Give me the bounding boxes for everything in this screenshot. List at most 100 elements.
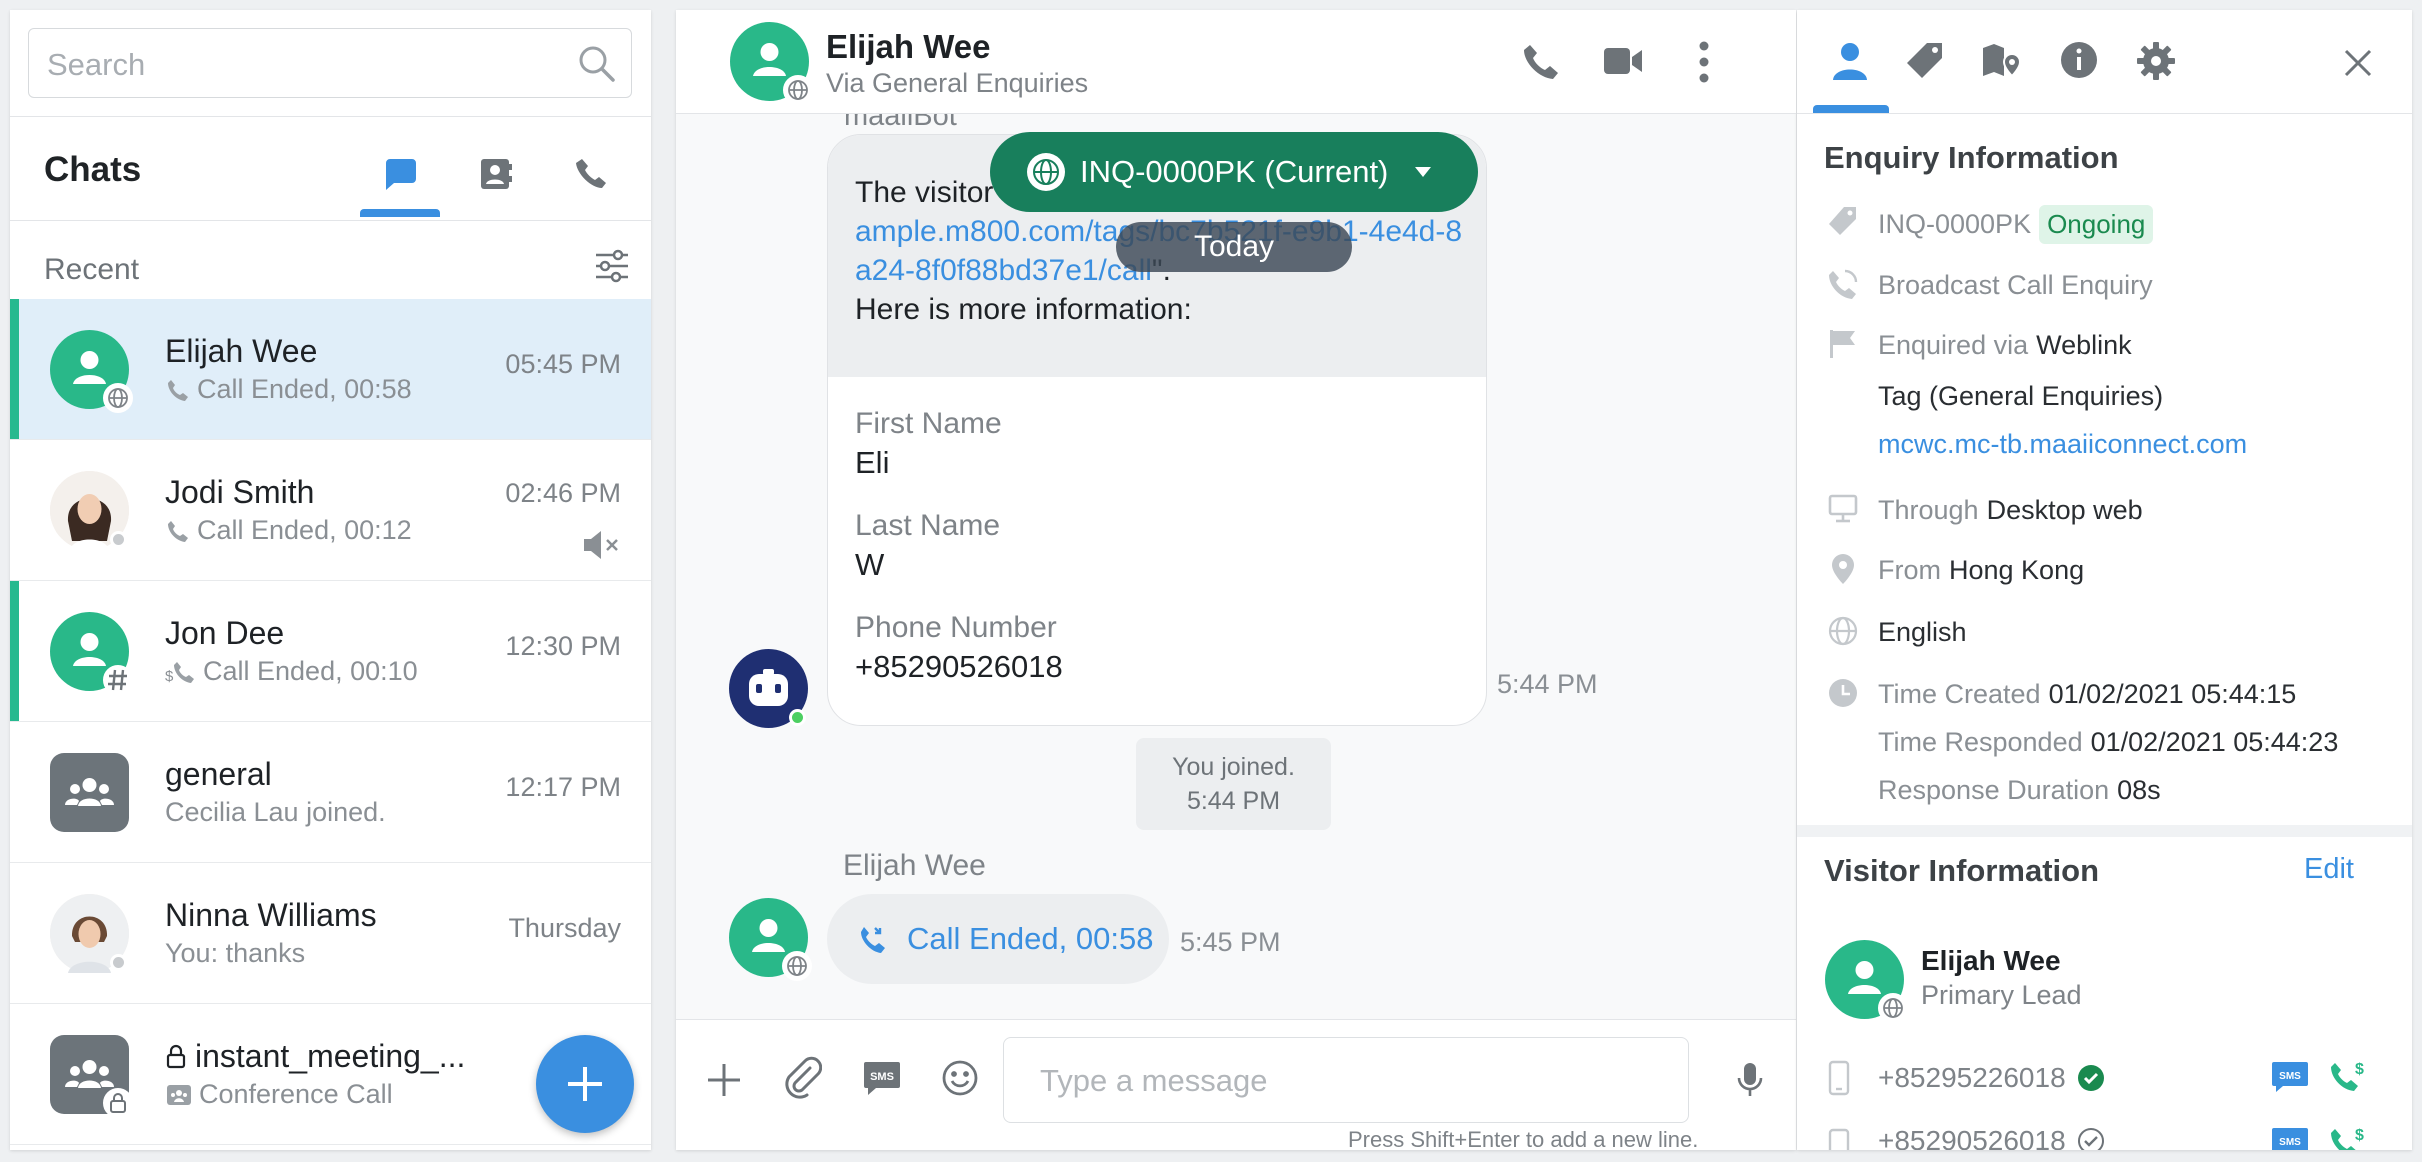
sms-button[interactable]: SMS: [862, 1058, 902, 1098]
tab-profile[interactable]: [1829, 40, 1871, 82]
video-call-button[interactable]: [1602, 44, 1644, 78]
chat-time: 12:30 PM: [505, 631, 621, 661]
smiley-icon: [942, 1060, 978, 1096]
section-divider: [1797, 825, 2412, 837]
chat-time: 05:45 PM: [505, 349, 621, 379]
mobile-icon: [1827, 1060, 1851, 1096]
presence-dot: [110, 531, 127, 548]
person-icon: [1833, 43, 1867, 80]
message-time: 5:44 PM: [1497, 669, 1598, 699]
desktop-icon: [1827, 492, 1859, 524]
chat-name: general: [165, 756, 272, 792]
field-value: W: [855, 547, 885, 582]
more-options-button[interactable]: [1696, 40, 1712, 84]
avatar: [50, 330, 133, 413]
lock-icon: [103, 1088, 133, 1118]
svg-text:$: $: [2355, 1061, 2364, 1078]
time-created-row: Time Created 01/02/2021 05:44:15: [1878, 679, 2297, 709]
flag-icon: [1827, 328, 1859, 360]
sms-phone-button[interactable]: SMS: [2271, 1060, 2309, 1094]
chat-row-general[interactable]: general Cecilia Lau joined. 12:17 PM: [10, 722, 651, 863]
field-value: +85290526018: [855, 649, 1063, 684]
enquired-via-row: Enquired via Weblink: [1878, 330, 2132, 360]
map-pin-icon: [1983, 44, 2022, 78]
tab-info[interactable]: [2059, 40, 2099, 80]
response-duration-row: Response Duration 08s: [1878, 775, 2161, 805]
tab-settings[interactable]: [2135, 40, 2177, 82]
from-row: From Hong Kong: [1878, 555, 2085, 585]
plus-icon: [708, 1064, 740, 1096]
caret-down-icon: [1415, 167, 1431, 177]
phone-dollar-icon: $: [2331, 1127, 2364, 1150]
unread-indicator: [10, 581, 19, 721]
call-ended-icon: [168, 520, 188, 542]
unverified-check-icon: [2077, 1128, 2104, 1150]
chat-row-elijah-wee[interactable]: Elijah Wee Call Ended, 00:58 05:45 PM: [10, 299, 651, 440]
sms-icon: SMS: [2272, 1062, 2308, 1092]
presence-dot: [789, 709, 806, 726]
chat-subtitle: Conference Call: [165, 1079, 393, 1110]
contacts-icon[interactable]: [478, 156, 514, 192]
group-avatar: [50, 753, 129, 832]
visitor-role: Primary Lead: [1921, 980, 2082, 1010]
globe-icon: [1027, 153, 1065, 191]
chat-subtitle: Call Ended, 00:12: [165, 515, 412, 546]
microphone-icon: [1737, 1063, 1763, 1096]
language-icon: [1827, 615, 1859, 647]
close-icon: [2344, 49, 2372, 77]
add-button[interactable]: [704, 1060, 744, 1100]
sms-icon: SMS: [2272, 1128, 2308, 1150]
chat-name: Jon Dee: [165, 615, 285, 651]
phone-icon: [1524, 45, 1558, 79]
group-avatar: [50, 1035, 133, 1118]
lock-icon: [166, 1044, 186, 1068]
visitor-info-title: Visitor Information: [1824, 853, 2100, 888]
enquiry-switcher[interactable]: INQ-0000PK (Current): [990, 132, 1478, 212]
chat-bubble-icon[interactable]: [382, 156, 418, 192]
clock-icon: [1827, 677, 1859, 709]
phone-row: +85295226018: [1878, 1062, 2106, 1094]
broadcast-call-icon: [1827, 268, 1859, 300]
web-icon: [783, 75, 813, 105]
info-icon: [2061, 42, 2097, 78]
call-ended-icon: [861, 927, 885, 953]
web-icon: [1878, 993, 1908, 1023]
web-icon: [103, 383, 133, 413]
chat-name: Elijah Wee: [165, 333, 318, 369]
tab-location[interactable]: [1981, 40, 2023, 82]
paid-call-button[interactable]: $: [2329, 1124, 2367, 1150]
sms-phone-button[interactable]: SMS: [2271, 1126, 2309, 1150]
chat-row-jodi-smith[interactable]: Jodi Smith Call Ended, 00:12 02:46 PM: [10, 440, 651, 581]
close-button[interactable]: [2343, 48, 2373, 78]
avatar: [50, 894, 129, 973]
avatar[interactable]: [730, 22, 813, 105]
tab-enquiry[interactable]: [1905, 40, 1947, 82]
verified-icon: [2077, 1065, 2104, 1091]
chat-time: Thursday: [508, 913, 621, 943]
filter-icon[interactable]: [594, 248, 630, 284]
paid-call-button[interactable]: $: [2329, 1058, 2367, 1094]
sender-name: Elijah Wee: [843, 849, 986, 882]
chat-row-ninna-williams[interactable]: Ninna Williams You: thanks Thursday: [10, 863, 651, 1004]
field-value: Eli: [855, 445, 890, 480]
video-camera-icon: [1604, 48, 1642, 74]
enquiry-source-link[interactable]: mcwc.mc-tb.maaiiconnect.com: [1878, 429, 2247, 460]
bot-sender-name: maaiiBot: [844, 114, 957, 132]
date-divider: Today: [1116, 222, 1352, 272]
message-input[interactable]: Type a message: [1003, 1037, 1689, 1123]
avatar: [50, 471, 129, 550]
new-chat-button[interactable]: [536, 1035, 634, 1133]
divider: [10, 220, 651, 221]
voice-message-button[interactable]: [1736, 1060, 1764, 1100]
chat-row-jon-dee[interactable]: Jon Dee $ Call Ended, 00:10 12:30 PM: [10, 581, 651, 722]
edit-visitor-button[interactable]: Edit: [2304, 853, 2354, 886]
voice-call-button[interactable]: [1521, 42, 1561, 82]
call-ended-bubble[interactable]: Call Ended, 00:58: [827, 894, 1169, 984]
search-input[interactable]: Search: [28, 28, 632, 98]
search-icon[interactable]: [577, 44, 617, 84]
divider: [10, 116, 651, 117]
attach-button[interactable]: [782, 1056, 822, 1100]
phone-tab-icon[interactable]: [573, 156, 609, 192]
composer-hint: Press Shift+Enter to add a new line.: [1348, 1127, 1699, 1150]
emoji-button[interactable]: [940, 1058, 980, 1098]
